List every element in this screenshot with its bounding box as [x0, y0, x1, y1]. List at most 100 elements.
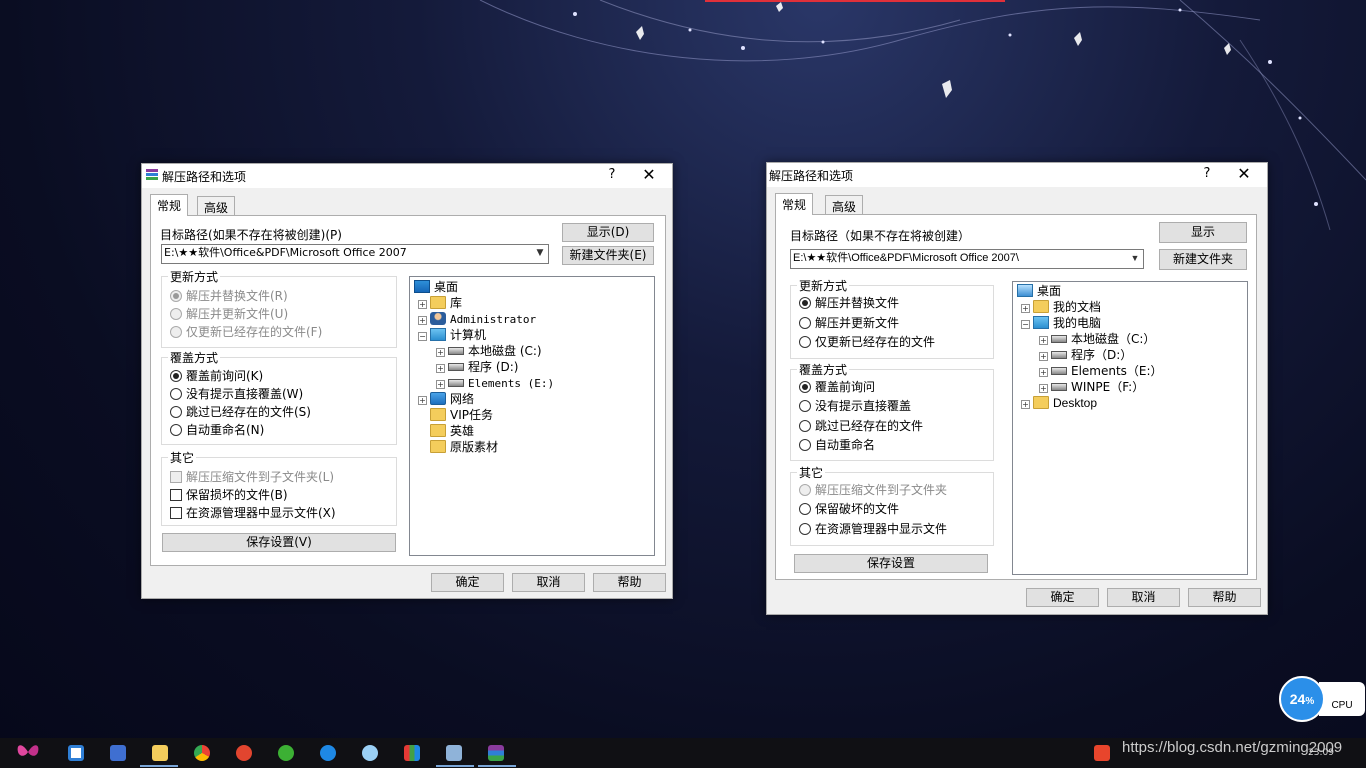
help-button[interactable]: 帮助: [593, 573, 666, 592]
cpu-unit: %: [1305, 696, 1315, 707]
new-folder-button[interactable]: 新建文件夹: [1159, 249, 1247, 270]
tree-node-hero[interactable]: 英雄: [430, 423, 474, 439]
radio-show-in-explorer[interactable]: 在资源管理器中显示文件: [799, 521, 947, 537]
tab-advanced[interactable]: 高级: [825, 195, 864, 215]
folder-icon: [430, 408, 446, 421]
update-mode-title: 更新方式: [797, 277, 850, 294]
misc-group: 其它 解压压缩文件到子文件夹(L) 保留损坏的文件(B) 在资源管理器中显示文件…: [161, 449, 397, 526]
tree-node-network[interactable]: + 网络: [418, 391, 474, 407]
radio-overwrite-without-prompt[interactable]: 没有提示直接覆盖(W): [170, 386, 303, 402]
tab-general[interactable]: 常规: [775, 193, 814, 215]
radio-auto-rename[interactable]: 自动重命名(N): [170, 422, 264, 438]
radio-ask-before-overwrite[interactable]: 覆盖前询问: [799, 379, 875, 395]
radio-update-existing[interactable]: 仅更新已经存在的文件: [799, 334, 935, 350]
dest-path-combo[interactable]: E:\★★软件\Office&PDF\Microsoft Office 2007…: [161, 244, 549, 264]
tree-node-desktop[interactable]: 桌面: [1017, 283, 1061, 299]
app-icon-1[interactable]: [68, 745, 84, 761]
check-extract-to-subfolder[interactable]: 解压压缩文件到子文件夹(L): [170, 469, 334, 485]
dest-path-label: 目标路径（如果不存在将被创建）: [790, 229, 971, 243]
tree-node-drive-f[interactable]: + WINPE（F:）: [1039, 379, 1144, 395]
cloud-icon[interactable]: [362, 745, 378, 761]
chevron-down-icon[interactable]: ▼: [534, 245, 546, 261]
title-bar[interactable]: 解压路径和选项 ? ✕: [767, 163, 1267, 187]
dest-path-combo[interactable]: E:\★★软件\Office&PDF\Microsoft Office 2007…: [790, 249, 1144, 269]
help-icon[interactable]: ?: [602, 167, 622, 185]
computer-icon: [430, 328, 446, 341]
tree-node-desktop-folder[interactable]: + Desktop: [1021, 395, 1097, 411]
radio-skip-existing[interactable]: 跳过已经存在的文件(S): [170, 404, 311, 420]
folder-tree[interactable]: 桌面 + 库 + Administrator − 计算机 + 本地磁盘 (C:) + 程序…: [409, 276, 655, 556]
check-show-in-explorer[interactable]: 在资源管理器中显示文件(X): [170, 505, 336, 521]
radio-skip-existing[interactable]: 跳过已经存在的文件: [799, 418, 923, 434]
radio-extract-replace[interactable]: 解压并替换文件: [799, 295, 899, 311]
drive-icon: [448, 363, 464, 371]
misc-title: 其它: [797, 464, 826, 481]
overwrite-mode-title: 覆盖方式: [168, 349, 221, 366]
app-icon-blue-star[interactable]: [320, 745, 336, 761]
monitor-app-icon[interactable]: [446, 745, 462, 761]
close-icon[interactable]: ✕: [1229, 164, 1259, 186]
radio-ask-before-overwrite[interactable]: 覆盖前询问(K): [170, 368, 263, 384]
chart-app-icon[interactable]: [404, 745, 420, 761]
active-app-indicator: [478, 765, 516, 767]
radio-update-existing[interactable]: 仅更新已经存在的文件(F): [170, 324, 322, 340]
cpu-monitor-widget[interactable]: CPU 24%: [1279, 676, 1366, 722]
sogou-ime-icon[interactable]: [1094, 745, 1110, 761]
help-icon[interactable]: ?: [1197, 166, 1217, 184]
close-icon[interactable]: ✕: [634, 165, 664, 187]
tree-node-original[interactable]: 原版素材: [430, 439, 498, 455]
tree-node-drive-d[interactable]: + 程序 (D:): [436, 359, 518, 375]
tree-node-drive-d[interactable]: + 程序（D:）: [1039, 347, 1132, 363]
ok-button[interactable]: 确定: [1026, 588, 1099, 607]
cancel-button[interactable]: 取消: [1107, 588, 1180, 607]
update-mode-group: 更新方式 解压并替换文件(R) 解压并更新文件(U) 仅更新已经存在的文件(F): [161, 268, 397, 348]
tab-general[interactable]: 常规: [150, 194, 189, 216]
save-settings-button[interactable]: 保存设置(V): [162, 533, 396, 552]
tree-node-drive-e[interactable]: + Elements (E:): [436, 375, 554, 391]
clock[interactable]: 23:09: [1308, 748, 1334, 758]
extract-dialog-left: 解压路径和选项 ? ✕ 常规 高级 目标路径(如果不存在将被创建)(P) E:\…: [141, 163, 673, 599]
save-settings-button[interactable]: 保存设置: [794, 554, 988, 573]
tree-node-vip[interactable]: VIP任务: [430, 407, 493, 423]
desktop-icon: [1017, 284, 1033, 297]
help-button[interactable]: 帮助: [1188, 588, 1261, 607]
folder-tree[interactable]: 桌面 + 我的文档 − 我的电脑 + 本地磁盘（C:） + 程序（D:） + Elemen…: [1012, 281, 1248, 575]
tree-node-my-computer[interactable]: − 我的电脑: [1021, 315, 1101, 331]
start-butterfly-icon[interactable]: [14, 740, 42, 762]
app-icon-red[interactable]: [236, 745, 252, 761]
tree-node-drive-c[interactable]: + 本地磁盘（C:）: [1039, 331, 1155, 347]
new-folder-button[interactable]: 新建文件夹(E): [562, 246, 654, 265]
wechat-icon[interactable]: [278, 745, 294, 761]
ok-button[interactable]: 确定: [431, 573, 504, 592]
misc-group: 其它 解压压缩文件到子文件夹 保留破坏的文件 在资源管理器中显示文件: [790, 464, 994, 546]
window-title: 解压路径和选项: [769, 169, 854, 183]
tree-node-administrator[interactable]: + Administrator: [418, 311, 536, 327]
radio-extract-update[interactable]: 解压并更新文件(U): [170, 306, 288, 322]
radio-extract-to-subfolder[interactable]: 解压压缩文件到子文件夹: [799, 482, 947, 498]
cancel-button[interactable]: 取消: [512, 573, 585, 592]
radio-extract-replace[interactable]: 解压并替换文件(R): [170, 288, 288, 304]
app-icon-2[interactable]: [110, 745, 126, 761]
tree-node-computer[interactable]: − 计算机: [418, 327, 486, 343]
dest-path-label: 目标路径(如果不存在将被创建)(P): [160, 228, 342, 242]
tree-node-libraries[interactable]: + 库: [418, 295, 462, 311]
chevron-down-icon[interactable]: ▼: [1129, 250, 1141, 266]
radio-overwrite-without-prompt[interactable]: 没有提示直接覆盖: [799, 398, 911, 414]
title-bar[interactable]: 解压路径和选项 ? ✕: [142, 164, 672, 188]
tree-node-my-documents[interactable]: + 我的文档: [1021, 299, 1101, 315]
tree-node-drive-e[interactable]: + Elements（E:）: [1039, 363, 1163, 379]
show-button[interactable]: 显示: [1159, 222, 1247, 243]
file-explorer-icon[interactable]: [152, 745, 168, 761]
tree-node-drive-c[interactable]: + 本地磁盘 (C:): [436, 343, 542, 359]
radio-keep-broken-files[interactable]: 保留破坏的文件: [799, 501, 899, 517]
tab-advanced[interactable]: 高级: [197, 196, 236, 216]
user-icon: [430, 312, 446, 325]
show-button[interactable]: 显示(D): [562, 223, 654, 242]
check-keep-broken-files[interactable]: 保留损坏的文件(B): [170, 487, 288, 503]
chrome-icon[interactable]: [194, 745, 210, 761]
radio-auto-rename[interactable]: 自动重命名: [799, 437, 875, 453]
tree-node-desktop[interactable]: 桌面: [414, 279, 458, 295]
overwrite-mode-group: 覆盖方式 覆盖前询问(K) 没有提示直接覆盖(W) 跳过已经存在的文件(S) 自…: [161, 349, 397, 445]
winrar-taskbar-icon[interactable]: [488, 745, 504, 761]
radio-extract-update[interactable]: 解压并更新文件: [799, 315, 899, 331]
